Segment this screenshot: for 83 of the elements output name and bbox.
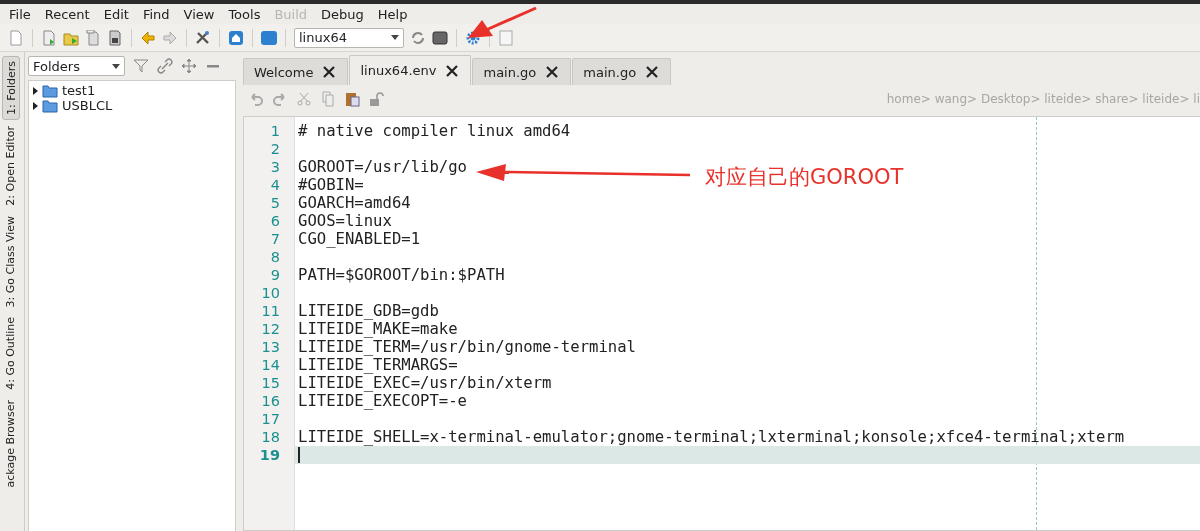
line-number: 18 [260,428,281,446]
line-number: 2 [269,140,281,158]
code-line: CGO_ENABLED=1 [298,230,421,248]
menu-item[interactable]: File [2,6,38,22]
menu-item[interactable]: Help [370,6,415,22]
copy-icon[interactable] [320,91,336,107]
code-line: LITEIDE_TERM=/usr/bin/gnome-terminal [298,338,636,356]
redo-icon[interactable] [272,91,288,107]
line-number: 7 [269,230,281,248]
code-line: LITEIDE_EXECOPT=-e [298,392,467,410]
scissors-icon[interactable] [296,91,312,107]
line-number: 10 [260,284,281,302]
line-number: 6 [269,212,281,230]
line-number: 4 [269,176,281,194]
code-line: LITEIDE_TERMARGS= [298,356,458,374]
new-file-icon[interactable] [8,29,24,46]
menu-item[interactable]: View [176,6,222,22]
line-number: 8 [269,248,281,266]
folder-icon [42,97,58,114]
undo-icon[interactable] [248,91,264,107]
side-tab[interactable]: 3: Go Class View [2,211,20,312]
folder-icon [42,82,58,99]
line-number: 5 [269,194,281,212]
line-number: 13 [260,338,281,356]
editor-tab[interactable]: Welcome [243,58,349,85]
menu-item[interactable]: Edit [96,6,136,22]
code-line: LITEIDE_SHELL=x-terminal-emulator;gnome-terminal;lxterminal;konsole;xfce4-terminal;xterm [298,428,1125,446]
line-number: 19 [258,446,281,464]
line-number: 14 [260,356,281,374]
line-number: 9 [269,266,281,284]
file-path-breadcrumb: home> wang> Desktop> liteide> share> liteide> li [886,92,1200,106]
view-dropdown[interactable]: Folders [28,56,125,76]
line-number: 12 [260,320,281,338]
environment-dropdown[interactable]: linux64 [294,27,404,48]
line-number: 15 [260,374,281,392]
tree-item[interactable]: test1 [62,83,96,98]
page-icon[interactable] [41,29,57,46]
link-icon[interactable] [157,58,173,74]
paste-icon[interactable] [344,91,360,107]
close-icon[interactable] [444,62,461,79]
crosshair-icon[interactable] [181,58,197,74]
home-icon[interactable] [228,29,244,46]
document-stack-icon[interactable] [85,29,101,46]
line-number: 16 [260,392,281,410]
annotation-arrow [466,6,538,40]
right-arrow-icon[interactable] [162,29,178,46]
code-line: LITEIDE_MAKE=make [298,320,458,338]
side-tab[interactable]: 1: Folders [2,56,20,120]
side-tab[interactable]: 2: Open Editor [2,121,20,210]
stop-icon[interactable] [432,29,448,46]
editor-tab[interactable]: linux64.env [349,55,472,85]
close-icon[interactable] [321,64,338,80]
code-line: # native compiler linux amd64 [298,122,571,140]
filter-icon[interactable] [133,58,149,74]
line-number: 17 [260,410,281,428]
tools-icon[interactable] [195,29,211,46]
line-number: 3 [269,158,281,176]
editor-tab[interactable]: main.go [572,58,672,85]
annotation-text: 对应自己的GOROOT [705,164,904,191]
code-line: GOOS=linux [298,212,392,230]
line-number: 11 [260,302,281,320]
tree-item[interactable]: USBLCL [62,98,113,113]
menu-item[interactable]: Recent [37,6,97,22]
line-number: 1 [269,122,281,140]
menu-item[interactable]: Tools [221,6,268,22]
menu-item[interactable]: Debug [314,6,371,22]
refresh-icon[interactable] [410,29,426,46]
code-line: LITEIDE_GDB=gdb [298,302,439,320]
menu-item[interactable]: Find [135,6,177,22]
left-arrow-icon[interactable] [140,29,156,46]
code-line: PATH=$GOROOT/bin:$PATH [298,266,505,284]
close-icon[interactable] [544,64,561,80]
side-tab[interactable]: ackage Browser [2,395,20,492]
code-line: #GOBIN= [298,176,364,194]
code-line: GOROOT=/usr/lib/go [298,158,467,176]
lock-icon[interactable] [368,91,384,107]
code-line: GOARCH=amd64 [298,194,411,212]
side-tab[interactable]: 4: Go Outline [2,313,20,394]
code-line: LITEIDE_EXEC=/usr/bin/xterm [298,374,552,392]
text-cursor [298,447,300,463]
document-save-icon[interactable] [107,29,123,46]
editor-tab[interactable]: main.go [472,58,572,85]
close-icon[interactable] [644,64,661,80]
